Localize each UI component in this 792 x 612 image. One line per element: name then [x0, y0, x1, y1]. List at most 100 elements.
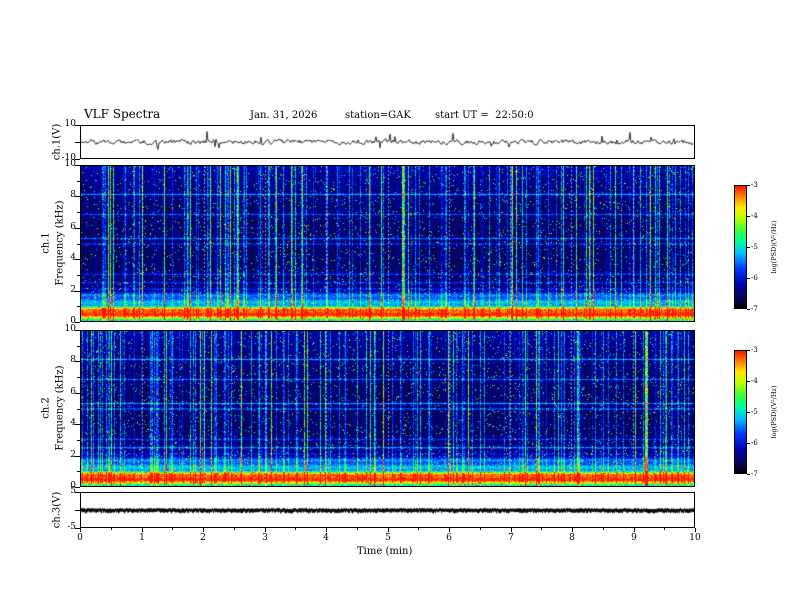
colorbar-tick-label: -4: [751, 377, 758, 385]
y-tick-label: -10: [61, 153, 77, 163]
tick-mark: [142, 528, 143, 532]
x-tick-label: 4: [323, 533, 329, 543]
tick-mark: [75, 510, 80, 511]
colorbar-tick-label: -6: [751, 274, 758, 282]
tick-mark: [77, 346, 80, 347]
tick-mark: [326, 528, 327, 532]
colorbar-2-label: log(PSD)(V²/Hz): [770, 385, 778, 439]
tick-mark: [172, 528, 173, 530]
colorbar-1: [734, 185, 747, 309]
figure-title: VLF Spectra: [84, 107, 161, 121]
x-tick-label: 6: [446, 533, 452, 543]
tick-mark: [75, 142, 80, 143]
y-tick-label: 10: [64, 324, 76, 334]
tick-mark: [388, 528, 389, 532]
x-tick-label: 1: [139, 533, 145, 543]
tick-mark: [234, 528, 235, 530]
ch2-spectrogram-panel: [80, 330, 695, 487]
tick-mark: [480, 528, 481, 530]
tick-mark: [541, 528, 542, 530]
ch1-label: ch.1: [40, 232, 52, 254]
y-tick-label: 8: [70, 190, 76, 200]
tick-mark: [77, 244, 80, 245]
y-tick-label: -5: [67, 522, 76, 532]
tick-mark: [747, 278, 750, 279]
y-tick-label: 2: [70, 285, 76, 295]
x-tick-label: 5: [385, 533, 391, 543]
colorbar-tick-label: -4: [751, 212, 758, 220]
y-tick-label: 5: [70, 486, 76, 496]
x-tick-label: 2: [200, 533, 206, 543]
tick-mark: [747, 216, 750, 217]
ch1-spectrogram-canvas: [81, 166, 694, 321]
y-tick-label: 8: [70, 355, 76, 365]
figure-date: Jan. 31, 2026: [250, 110, 318, 121]
ch3-waveform-panel: [80, 492, 695, 528]
tick-mark: [511, 528, 512, 532]
colorbar-1-label: log(PSD)(V²/Hz): [770, 220, 778, 274]
tick-mark: [449, 528, 450, 532]
tick-mark: [203, 528, 204, 532]
station-label: station=GAK: [345, 110, 411, 121]
freq-axis-label-2: Frequency (kHz): [54, 365, 66, 451]
x-tick-label: 8: [569, 533, 575, 543]
tick-mark: [747, 412, 750, 413]
tick-mark: [664, 528, 665, 530]
tick-mark: [572, 528, 573, 532]
tick-mark: [695, 528, 696, 532]
x-axis-label: Time (min): [357, 546, 413, 557]
colorbar-tick-label: -5: [751, 408, 758, 416]
colorbar-tick-label: -3: [751, 181, 758, 189]
colorbar-tick-label: -5: [751, 243, 758, 251]
tick-mark: [77, 181, 80, 182]
y-tick-label: 6: [70, 222, 76, 232]
colorbar-2-canvas: [735, 351, 746, 473]
y-tick-label: 2: [70, 450, 76, 460]
tick-mark: [747, 350, 750, 351]
colorbar-tick-label: -6: [751, 439, 758, 447]
x-tick-label: 0: [77, 533, 83, 543]
tick-mark: [77, 212, 80, 213]
x-tick-label: 3: [262, 533, 268, 543]
tick-mark: [77, 275, 80, 276]
ch3-waveform-canvas: [81, 493, 694, 527]
tick-mark: [357, 528, 358, 530]
tick-mark: [77, 409, 80, 410]
x-tick-label: 9: [631, 533, 637, 543]
colorbar-1-canvas: [735, 186, 746, 308]
ch1-waveform-canvas: [81, 126, 694, 158]
y-tick-label: 6: [70, 387, 76, 397]
colorbar-tick-label: -7: [751, 470, 758, 478]
x-tick-label: 10: [689, 533, 701, 543]
tick-mark: [295, 528, 296, 530]
colorbar-tick-label: -7: [751, 305, 758, 313]
colorbar-2: [734, 350, 747, 474]
freq-axis-label-1: Frequency (kHz): [54, 200, 66, 286]
tick-mark: [747, 185, 750, 186]
tick-mark: [265, 528, 266, 532]
tick-mark: [603, 528, 604, 530]
tick-mark: [80, 528, 81, 532]
tick-mark: [111, 528, 112, 530]
ch2-spectrogram-canvas: [81, 331, 694, 486]
tick-mark: [747, 247, 750, 248]
tick-mark: [77, 306, 80, 307]
tick-mark: [77, 440, 80, 441]
ch1-spectrogram-panel: [80, 165, 695, 322]
tick-mark: [77, 471, 80, 472]
tick-mark: [747, 443, 750, 444]
tick-mark: [747, 474, 750, 475]
tick-mark: [634, 528, 635, 532]
tick-mark: [418, 528, 419, 530]
y-tick-label: 4: [70, 418, 76, 428]
ch2-label: ch.2: [40, 397, 52, 419]
ch1-waveform-panel: [80, 125, 695, 159]
tick-mark: [747, 381, 750, 382]
vlf-spectra-figure: VLF Spectra Jan. 31, 2026 station=GAK st…: [0, 0, 792, 612]
tick-mark: [77, 377, 80, 378]
start-ut-label: start UT = 22:50:0: [435, 110, 534, 121]
y-tick-label: 4: [70, 253, 76, 263]
colorbar-tick-label: -3: [751, 346, 758, 354]
y-tick-label: 10: [64, 119, 76, 129]
tick-mark: [747, 309, 750, 310]
